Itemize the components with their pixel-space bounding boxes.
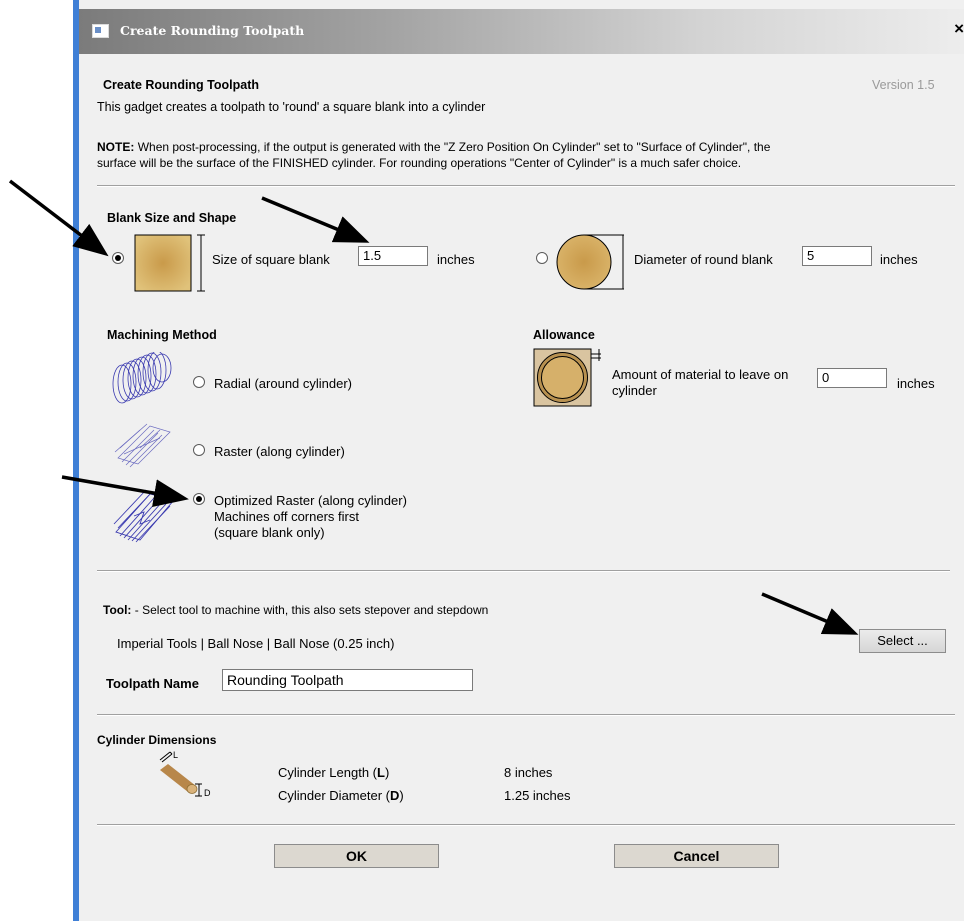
radial-label: Radial (around cylinder) (214, 376, 353, 391)
divider (97, 185, 955, 187)
tool-label: Tool: (103, 603, 132, 617)
radial-toolpath-icon (112, 352, 172, 404)
round-blank-diameter-input[interactable]: 5 (802, 246, 872, 266)
allowance-label-2: cylinder (612, 383, 657, 398)
select-tool-button[interactable]: Select ... (859, 629, 946, 653)
allowance-input[interactable]: 0 (817, 368, 887, 388)
divider (97, 824, 955, 826)
blank-section-title: Blank Size and Shape (107, 211, 237, 225)
toolpath-name-label: Toolpath Name (106, 676, 199, 691)
optimized-raster-label: Optimized Raster (along cylinder) (214, 493, 407, 508)
round-blank-label: Diameter of round blank (634, 252, 773, 267)
tool-header: Tool: - Select tool to machine with, thi… (103, 603, 488, 617)
allowance-section-title: Allowance (533, 328, 595, 342)
window-icon (92, 24, 109, 38)
raster-radio[interactable] (193, 444, 205, 456)
square-blank-label: Size of square blank (212, 252, 330, 267)
radial-radio[interactable] (193, 376, 205, 388)
diameter-label-suffix: ) (399, 788, 404, 803)
optimized-raster-icon (113, 489, 175, 543)
length-key: L (377, 765, 385, 780)
note-line-2: surface will be the surface of the FINIS… (97, 156, 742, 170)
square-blank-icon (134, 234, 205, 292)
allowance-label-1: Amount of material to leave on (612, 367, 789, 382)
note-line-1: NOTE: When post-processing, if the outpu… (97, 140, 770, 154)
divider (97, 714, 955, 716)
square-blank-size-input[interactable]: 1.5 (358, 246, 428, 266)
cancel-button[interactable]: Cancel (614, 844, 779, 868)
cylinder-icon-d: D (204, 788, 211, 798)
round-blank-unit: inches (880, 252, 918, 267)
cylinder-icon-l: L (173, 750, 178, 760)
allowance-icon (533, 348, 601, 407)
close-icon[interactable]: × (954, 19, 964, 39)
tool-description: - Select tool to machine with, this also… (131, 603, 489, 617)
ok-button[interactable]: OK (274, 844, 439, 868)
square-blank-radio[interactable] (112, 252, 124, 264)
length-label-suffix: ) (384, 765, 390, 780)
note-label: NOTE: (97, 140, 135, 154)
optimized-raster-line2: Machines off corners first (214, 509, 359, 524)
divider (97, 570, 950, 572)
current-tool: Imperial Tools | Ball Nose | Ball Nose (… (117, 636, 395, 651)
cylinder-diameter-label: Cylinder Diameter (D) (278, 788, 404, 803)
round-blank-radio[interactable] (536, 252, 548, 264)
cylinder-section-title: Cylinder Dimensions (97, 733, 217, 747)
cylinder-diameter-value: 1.25 inches (504, 788, 571, 803)
note-text-1: When post-processing, if the output is g… (137, 140, 771, 154)
toolpath-name-input[interactable]: Rounding Toolpath (222, 669, 473, 691)
optimized-raster-line3: (square blank only) (214, 525, 325, 540)
cylinder-length-value: 8 inches (504, 765, 553, 780)
gadget-title: Create Rounding Toolpath (103, 78, 260, 92)
allowance-unit: inches (897, 376, 935, 391)
optimized-raster-radio[interactable] (193, 493, 205, 505)
raster-toolpath-icon (114, 423, 171, 468)
diameter-key: D (389, 788, 400, 803)
description-text: This gadget creates a toolpath to 'round… (97, 100, 486, 114)
window-title: Create Rounding Toolpath (120, 23, 305, 38)
cylinder-icon: L D (159, 750, 211, 798)
round-blank-icon (556, 234, 624, 290)
raster-label: Raster (along cylinder) (214, 444, 345, 459)
square-blank-unit: inches (437, 252, 475, 267)
machining-section-title: Machining Method (107, 328, 217, 342)
title-bar[interactable]: Create Rounding Toolpath × (79, 9, 964, 54)
version-label: Version 1.5 (872, 78, 935, 92)
cylinder-length-label: Cylinder Length (L) (278, 765, 389, 780)
diameter-label-prefix: Cylinder Diameter ( (278, 788, 390, 803)
length-label-prefix: Cylinder Length ( (278, 765, 377, 780)
